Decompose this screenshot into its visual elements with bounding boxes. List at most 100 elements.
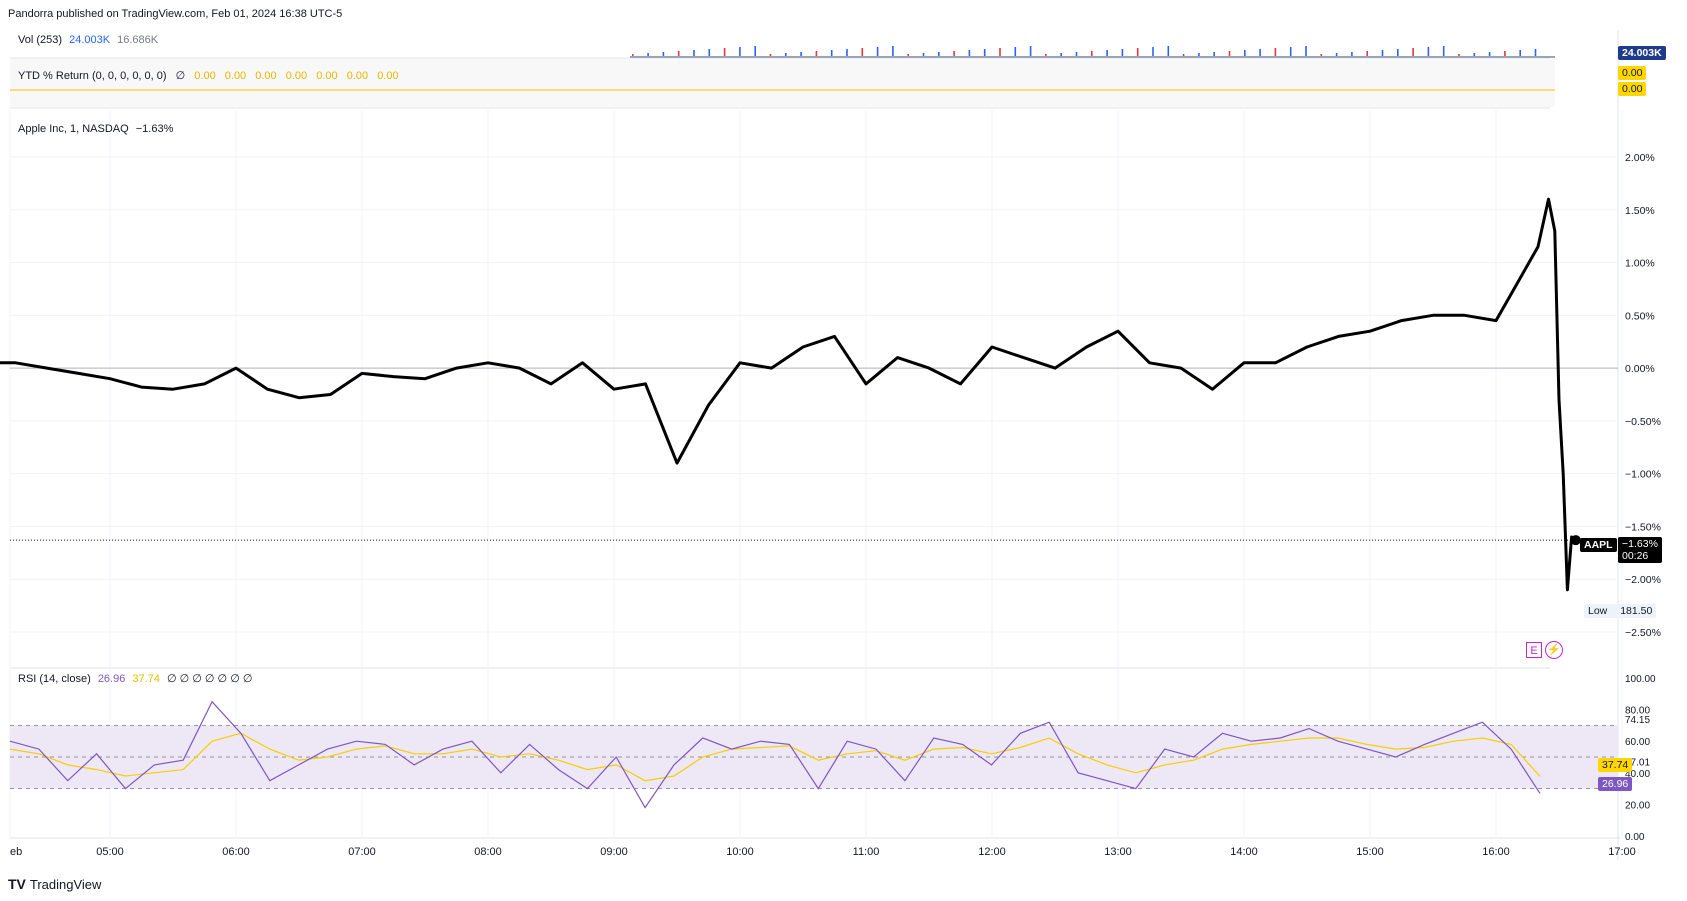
volume-bar: [983, 49, 986, 56]
x-tick-label: 15:00: [1356, 846, 1384, 858]
volume-bar: [1289, 47, 1292, 56]
volume-bar: [1075, 52, 1078, 56]
volume-bar: [800, 52, 802, 56]
volume-bar: [1397, 49, 1399, 56]
low-value: 181.50: [1620, 605, 1653, 617]
x-tick-label: 07:00: [348, 846, 376, 858]
price-tick-label: 1.50%: [1625, 205, 1655, 217]
price-tick-label: −0.50%: [1625, 416, 1661, 428]
rsi-legend[interactable]: RSI (14, close) 26.96 37.74 ∅ ∅ ∅ ∅ ∅ ∅ …: [18, 672, 252, 685]
ytd-axis-badge-1: 0.00: [1618, 82, 1647, 96]
ytd-label: YTD % Return (0, 0, 0, 0, 0, 0): [18, 70, 167, 82]
volume-bar: [1488, 52, 1491, 56]
volume-bar: [846, 49, 848, 56]
volume-bar: [647, 53, 649, 56]
volume-bar: [1473, 53, 1476, 56]
volume-bar: [938, 52, 940, 56]
x-tick-label: 14:00: [1230, 846, 1258, 858]
last-change-value: −1.63%: [1622, 538, 1658, 550]
volume-bars: [632, 46, 1537, 56]
ytd-axis-badge-0: 0.00: [1618, 66, 1647, 80]
x-tick-label: eb: [10, 846, 22, 858]
volume-bar: [1335, 53, 1338, 56]
price-tick-label: 0.50%: [1625, 310, 1655, 322]
volume-bar: [922, 53, 925, 56]
x-tick-label: 09:00: [600, 846, 628, 858]
volume-bar: [662, 52, 665, 56]
ytd-value-3: 0.00: [285, 70, 308, 82]
volume-bar: [1045, 54, 1047, 56]
volume-bar: [1091, 51, 1093, 56]
volume-baseline: [630, 56, 1555, 58]
volume-bar: [1351, 52, 1353, 56]
volume-bar: [1152, 47, 1154, 56]
volume-value-primary: 24.003K: [69, 34, 111, 46]
price-tick-label: −1.50%: [1625, 521, 1661, 533]
low-badge: Low 181.50: [1584, 604, 1657, 618]
volume-bar: [1244, 50, 1246, 56]
volume-bar: [769, 54, 772, 56]
x-axis: eb 05:00 06:00 07:00 08:00 09:00 10:00 11:00 12:…: [10, 846, 1636, 858]
volume-bar: [1458, 54, 1460, 56]
volume-bar: [1504, 51, 1506, 56]
price-tick-label: −1.00%: [1625, 469, 1661, 481]
x-tick-label: 13:00: [1104, 846, 1132, 858]
volume-bar: [1121, 49, 1124, 56]
rsi-tick-label: 100.00: [1625, 674, 1656, 685]
price-tick-label: 1.00%: [1625, 258, 1655, 270]
earnings-event-icon[interactable]: E: [1526, 642, 1542, 658]
volume-bar: [876, 47, 879, 56]
x-tick-label: 06:00: [222, 846, 250, 858]
volume-bar: [907, 54, 909, 56]
volume-value-secondary: 16.686K: [117, 34, 159, 46]
volume-bar: [1167, 46, 1170, 56]
ytd-value-0: 0.00: [194, 70, 216, 82]
volume-bar: [723, 48, 726, 56]
volume-bar: [1320, 54, 1323, 56]
volume-axis-badge: 24.003K: [1618, 46, 1666, 60]
symbol-title: Apple Inc, 1, NASDAQ: [18, 123, 129, 135]
volume-bar: [892, 46, 894, 56]
rsi-tick-label: 20.00: [1625, 800, 1650, 811]
volume-bar: [708, 49, 711, 56]
rsi-badge: 26.96: [1598, 777, 1633, 791]
volume-bar: [1198, 53, 1200, 56]
volume-bar: [1014, 47, 1017, 56]
volume-bar: [1366, 51, 1368, 56]
ytd-legend[interactable]: YTD % Return (0, 0, 0, 0, 0, 0) ∅ 0.00 0…: [18, 69, 399, 82]
volume-bar: [1442, 46, 1445, 56]
last-price-badge: −1.63% 00:26: [1618, 537, 1662, 563]
price-legend[interactable]: Apple Inc, 1, NASDAQ −1.63%: [18, 123, 173, 135]
volume-bar: [632, 54, 634, 56]
x-tick-label: 08:00: [474, 846, 502, 858]
ytd-value-1: 0.00: [224, 70, 247, 82]
ytd-value-5: 0.00: [346, 70, 369, 82]
volume-bar: [693, 50, 695, 56]
volume-bar: [861, 48, 864, 56]
volume-bar: [785, 53, 787, 56]
ytd-value-2: 0.00: [255, 70, 277, 82]
volume-label: Vol (253): [18, 34, 63, 46]
volume-bar: [739, 47, 741, 56]
volume-bar: [1259, 49, 1261, 56]
price-change: −1.63%: [135, 123, 174, 135]
volume-bar: [999, 48, 1001, 56]
price-tick-label: 0.00%: [1625, 363, 1655, 375]
tradingview-logo-icon: TV: [8, 876, 26, 892]
price-y-axis: 2.00% 1.50% 1.00% 0.50% 0.00% −0.50% −1.00% −1.…: [1625, 152, 1661, 639]
volume-bar: [1182, 54, 1185, 56]
x-tick-label: 11:00: [853, 846, 880, 858]
volume-bar: [815, 51, 818, 56]
footer-brand[interactable]: TV TradingView: [8, 876, 101, 892]
chart-canvas: 2.00% 1.50% 1.00% 0.50% 0.00% −0.50% −1.00% −1.…: [0, 30, 1661, 860]
volume-bar: [1412, 48, 1414, 56]
volume-bar: [1106, 50, 1108, 56]
footer-brand-text: TradingView: [29, 876, 102, 892]
volume-legend[interactable]: Vol (253) 24.003K 16.686K: [18, 34, 158, 46]
volume-bar: [1381, 50, 1384, 56]
price-tick-label: −2.50%: [1625, 627, 1661, 639]
x-tick-label: 12:00: [978, 846, 1006, 858]
x-tick-label: 05:00: [96, 846, 124, 858]
rsi-tick-label: 60.00: [1625, 737, 1650, 748]
dividend-event-icon[interactable]: ⚡: [1545, 641, 1563, 659]
